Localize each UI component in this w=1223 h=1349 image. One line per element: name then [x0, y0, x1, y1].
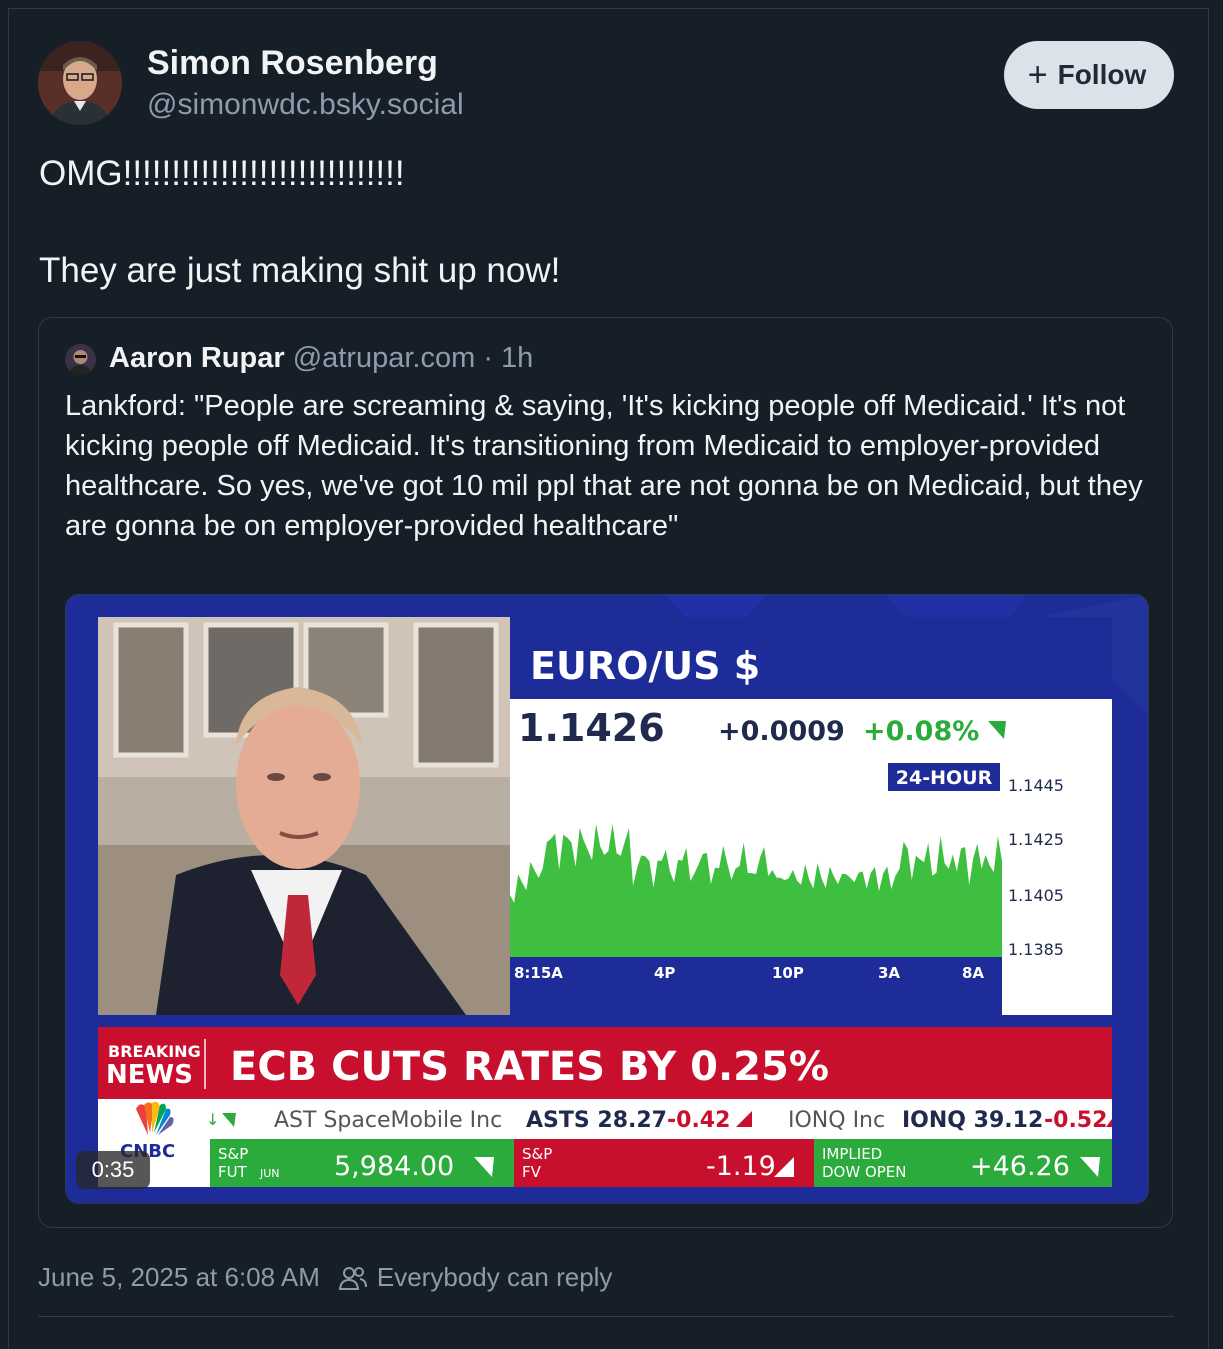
chart-y-tick: 1.1425 [1008, 830, 1064, 849]
author-name[interactable]: Simon Rosenberg [147, 44, 438, 83]
chart-x-tick: 3A [878, 964, 900, 982]
reply-setting[interactable]: Everybody can reply [377, 1262, 613, 1293]
ticker1-name: AST SpaceMobile Inc [274, 1108, 502, 1133]
post-timestamp: June 5, 2025 at 6:08 AM [38, 1262, 320, 1292]
chart-change: +0.0009 [718, 716, 845, 747]
follow-button[interactable]: + Follow [1004, 41, 1174, 109]
sp-fut-month: JUN [259, 1167, 280, 1180]
follow-label: Follow [1057, 59, 1147, 90]
ticker1-change: -0.42 [667, 1108, 730, 1133]
chart-x-tick: 4P [654, 964, 675, 982]
bottom-divider [38, 1316, 1174, 1317]
svg-text:↓: ↓ [206, 1110, 219, 1129]
quoted-author-avatar[interactable] [65, 344, 96, 375]
sp-fut-label2: FUT [218, 1163, 248, 1181]
sp-fut-value: 5,984.00 [334, 1151, 454, 1182]
quoted-header: Aaron Rupar @atrupar.com · 1h [109, 342, 533, 375]
stock-ticker: ↓ AST SpaceMobile Inc ASTS 28.27 -0.42 I… [98, 1099, 1112, 1139]
video-duration: 0:35 [76, 1151, 150, 1189]
chart-y-tick: 1.1445 [1008, 776, 1064, 795]
author-handle[interactable]: @simonwdc.bsky.social [147, 88, 464, 122]
sp-fv-label2: FV [522, 1163, 542, 1181]
market-bar: CNBC S&P FUT JUN 5,984.00 S&P FV -1.19 I… [98, 1139, 1112, 1187]
sp-fv-label1: S&P [522, 1145, 552, 1163]
post-text-line1: OMG!!!!!!!!!!!!!!!!!!!!!!!!!!!!! [39, 154, 405, 193]
author-avatar[interactable] [38, 41, 122, 125]
chart-change-pct: +0.08% [863, 716, 979, 747]
dow-label2: DOW OPEN [822, 1163, 907, 1181]
chart-x-tick: 8:15A [514, 964, 563, 982]
chart-title: EURO/US $ [530, 644, 760, 688]
post-text-line2: They are just making shit up now! [39, 251, 561, 290]
sp-fut-label1: S&P [218, 1145, 248, 1163]
quoted-post[interactable]: Aaron Rupar @atrupar.com · 1h Lankford: … [38, 317, 1173, 1228]
chart-period: 24-HOUR [896, 767, 993, 789]
dow-value: +46.26 [970, 1151, 1070, 1182]
news-label: NEWS [106, 1060, 193, 1090]
currency-chart: EURO/US $ 1.1426 +0.0009 +0.08% 24-HOUR … [510, 617, 1112, 1015]
sp-fv-value: -1.19 [706, 1151, 776, 1182]
breaking-news-bar: BREAKING NEWS ECB CUTS RATES BY 0.25% [98, 1027, 1112, 1099]
quoted-text: Lankford: "People are screaming & saying… [65, 390, 1143, 542]
chart-y-tick: 1.1385 [1008, 940, 1064, 959]
ticker1-symbol: ASTS 28.27 [526, 1108, 667, 1133]
plus-icon: + [1027, 56, 1048, 94]
breaking-label: BREAKING [108, 1042, 201, 1061]
quoted-author-name[interactable]: Aaron Rupar [109, 342, 285, 374]
ticker2-symbol: IONQ 39.12 [902, 1108, 1043, 1133]
speaker-video [98, 617, 510, 1015]
dow-label1: IMPLIED [822, 1145, 882, 1163]
chart-y-tick: 1.1405 [1008, 886, 1064, 905]
quoted-author-handle[interactable]: @atrupar.com [293, 342, 476, 374]
headline: ECB CUTS RATES BY 0.25% [230, 1044, 829, 1090]
people-icon [338, 1265, 368, 1291]
chart-x-tick: 10P [772, 964, 804, 982]
chart-price: 1.1426 [518, 706, 665, 750]
chart-x-tick: 8A [962, 964, 984, 982]
ticker2-name: IONQ Inc [788, 1108, 885, 1133]
post-footer: June 5, 2025 at 6:08 AM Everybody can re… [38, 1262, 612, 1293]
video-player[interactable]: EURO/US $ 1.1426 +0.0009 +0.08% 24-HOUR … [65, 594, 1149, 1204]
ticker2-change: -0.52 [1044, 1108, 1107, 1133]
quoted-age: · 1h [483, 342, 534, 374]
